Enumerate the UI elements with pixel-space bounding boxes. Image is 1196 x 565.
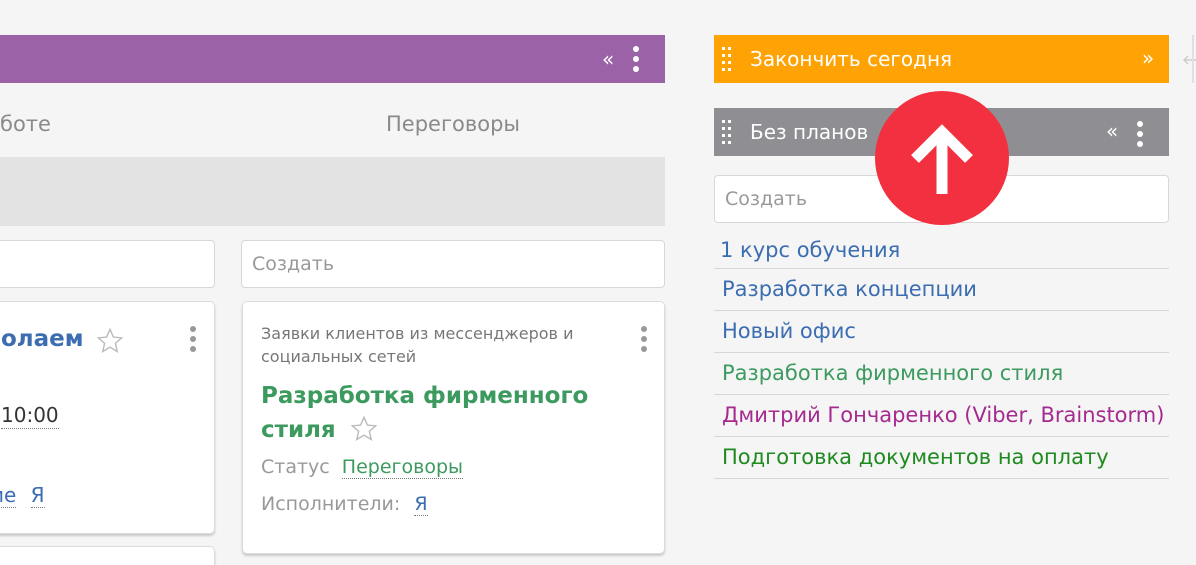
scroll-up-badge[interactable] [875, 91, 1009, 225]
no-plans-title: Без планов [750, 120, 869, 144]
no-plans-list: 1 курс обучения Разработка концепции Нов… [714, 230, 1169, 479]
assignee-link[interactable]: Я [414, 493, 428, 516]
card-title[interactable]: олаем [1, 324, 84, 354]
list-item[interactable]: Разработка концепции [714, 269, 1169, 311]
card-title-line-1[interactable]: Разработка фирменного [261, 379, 588, 413]
create-input[interactable] [0, 240, 215, 288]
card-deadline[interactable]: 10:00 [1, 402, 59, 429]
card-status: Статус Переговоры [261, 454, 464, 480]
drag-handle-icon[interactable] [722, 120, 734, 144]
status-label: Статус [261, 456, 330, 478]
deal-card[interactable] [0, 546, 215, 565]
card-assignee-link[interactable]: Я [30, 483, 45, 508]
star-outline-icon[interactable] [349, 415, 379, 443]
list-item[interactable]: 1 курс обучения [714, 230, 1169, 269]
card-link[interactable]: ие [0, 483, 17, 508]
deal-card[interactable]: олаем 10:00 ие Я [0, 301, 215, 534]
list-item[interactable]: Разработка фирменного стиля [714, 353, 1169, 395]
stage-header: « [0, 35, 665, 83]
finish-today-title: Закончить сегодня [750, 47, 953, 71]
card-title-line-2[interactable]: стиля [261, 413, 336, 447]
arrow-up-icon [911, 124, 973, 194]
kebab-menu-icon[interactable] [1137, 121, 1143, 151]
list-item[interactable]: Дмитрий Гончаренко (Viber, Brainstorm) [714, 395, 1169, 437]
collapse-button[interactable]: « [1106, 119, 1118, 143]
star-outline-icon[interactable] [95, 327, 125, 355]
list-item[interactable]: Новый офис [714, 311, 1169, 353]
status-value-link[interactable]: Переговоры [341, 456, 464, 479]
kebab-menu-icon[interactable] [641, 326, 647, 356]
panel-divider [1192, 35, 1194, 83]
create-input[interactable]: Создать [241, 240, 665, 288]
card-links: ие Я [0, 482, 45, 508]
collapse-button[interactable]: « [602, 47, 614, 71]
stage-summary-band [0, 157, 665, 226]
drag-handle-icon[interactable] [722, 47, 734, 71]
deal-card[interactable]: Заявки клиентов из мессенджеров и социал… [242, 301, 665, 554]
list-item[interactable]: Подготовка документов на оплату [714, 437, 1169, 479]
card-source: Заявки клиентов из мессенджеров и социал… [261, 324, 574, 366]
kebab-menu-icon[interactable] [190, 326, 196, 356]
card-assignees: Исполнители: Я [261, 491, 428, 517]
assignees-label: Исполнители: [261, 493, 401, 515]
kebab-menu-icon[interactable] [633, 46, 639, 76]
column-title-negotiations: Переговоры [386, 112, 520, 136]
finish-today-header[interactable]: Закончить сегодня » [714, 35, 1169, 83]
expand-button[interactable]: » [1142, 46, 1154, 70]
column-title: боте [0, 112, 51, 136]
